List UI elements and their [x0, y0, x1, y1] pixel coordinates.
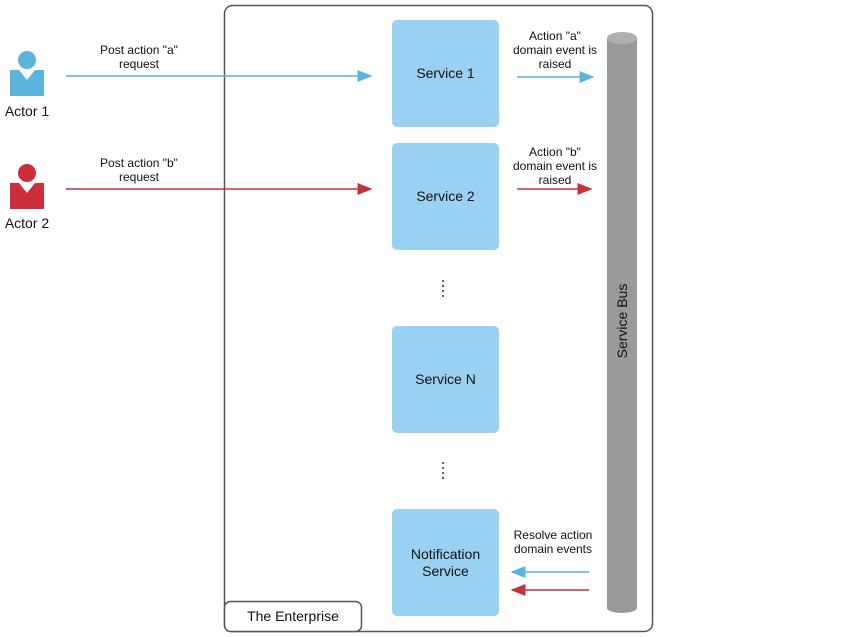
- request-b-label: Post action "b" request: [100, 156, 178, 184]
- enterprise-label: The Enterprise: [247, 608, 339, 624]
- actor-2-label: Actor 2: [4, 215, 50, 231]
- service-bus-label: Service Bus: [614, 283, 630, 359]
- event-b-label: Action "b" domain event is raised: [512, 145, 598, 187]
- notification-service: Notification Service: [392, 509, 499, 616]
- request-a-label: Post action "a" request: [100, 43, 178, 71]
- diagram: Actor 1 Actor 2 Post action "a" request …: [0, 0, 857, 637]
- service-n: Service N: [392, 326, 499, 433]
- resolve-label: Resolve action domain events: [513, 528, 593, 556]
- service-2: Service 2: [392, 143, 499, 250]
- actor-1-icon: [10, 51, 44, 96]
- actor-2-icon: [10, 164, 44, 209]
- actor-1-label: Actor 1: [4, 103, 50, 119]
- service-1: Service 1: [392, 20, 499, 127]
- event-a-label: Action "a" domain event is raised: [512, 29, 598, 71]
